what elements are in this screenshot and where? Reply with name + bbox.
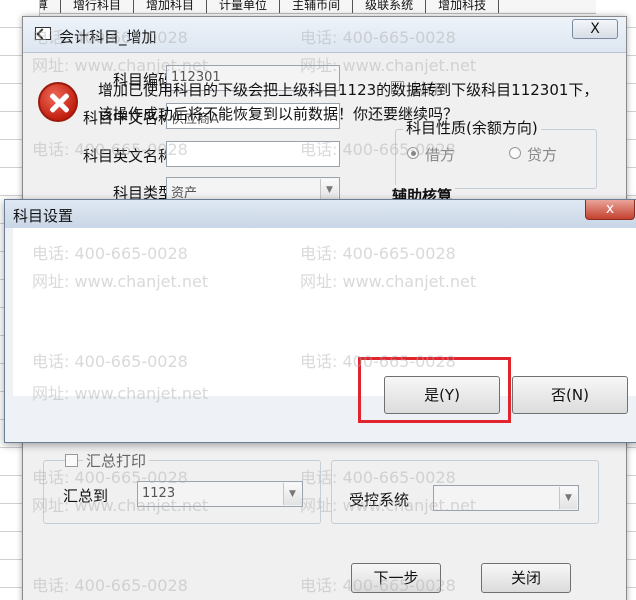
next-button[interactable]: 下一步 [351,563,441,593]
close-icon[interactable]: x [585,200,635,220]
dialog-title: 会计科目_增加 [59,28,157,46]
credit-radio[interactable] [509,147,521,159]
controlled-select[interactable]: ▼ [433,485,579,511]
debit-radio[interactable] [407,147,419,159]
highlight-box [358,357,511,423]
chevron-down-icon[interactable]: ▼ [559,487,577,509]
no-button[interactable]: 否(N) [512,376,628,414]
background-toolbar: 初核算 增行科目 增加科目 计量单位 主辅币间 级联系统 增加科技 [0,0,636,14]
bg-toolbar-item: 主辅币间 [280,0,354,13]
confirm-message: 增加已使用科目的下级会把上级科目1123的数据转到下级科目112301下，该操作… [98,81,599,123]
close-button[interactable]: X [572,19,618,39]
chevron-down-icon[interactable]: ▼ [320,179,338,201]
bg-toolbar-item: 增加科技 [426,0,500,13]
error-icon [38,82,78,122]
summary-to-select[interactable]: 1123 ▼ [137,481,303,507]
summary-to-value: 1123 [142,486,176,501]
en-name-label: 科目英文名称 [82,147,173,165]
bg-toolbar-item: 级联系统 [353,0,427,13]
bg-toolbar-item: 增加科目 [134,0,208,13]
en-name-field[interactable] [166,141,340,167]
chevron-down-icon[interactable]: ▼ [283,483,301,505]
summary-print-checkbox[interactable] [65,454,78,467]
dialog-titlebar: 会计科目_增加 X [23,17,626,53]
bg-toolbar-item: 计量单位 [207,0,281,13]
bg-toolbar-item: 增行科目 [61,0,135,13]
debit-label: 借方 [425,146,456,164]
confirm-body [13,228,636,396]
window-icon [35,27,51,40]
summary-to-label: 汇总到 [63,487,109,505]
summary-print-label: 汇总打印 [83,450,150,471]
controlled-label: 受控系统 [349,491,410,509]
confirm-title: 科目设置 [13,207,74,225]
confirm-titlebar: 科目设置 x [5,200,636,228]
close-dialog-button[interactable]: 关闭 [481,563,571,593]
credit-label: 贷方 [527,146,558,164]
